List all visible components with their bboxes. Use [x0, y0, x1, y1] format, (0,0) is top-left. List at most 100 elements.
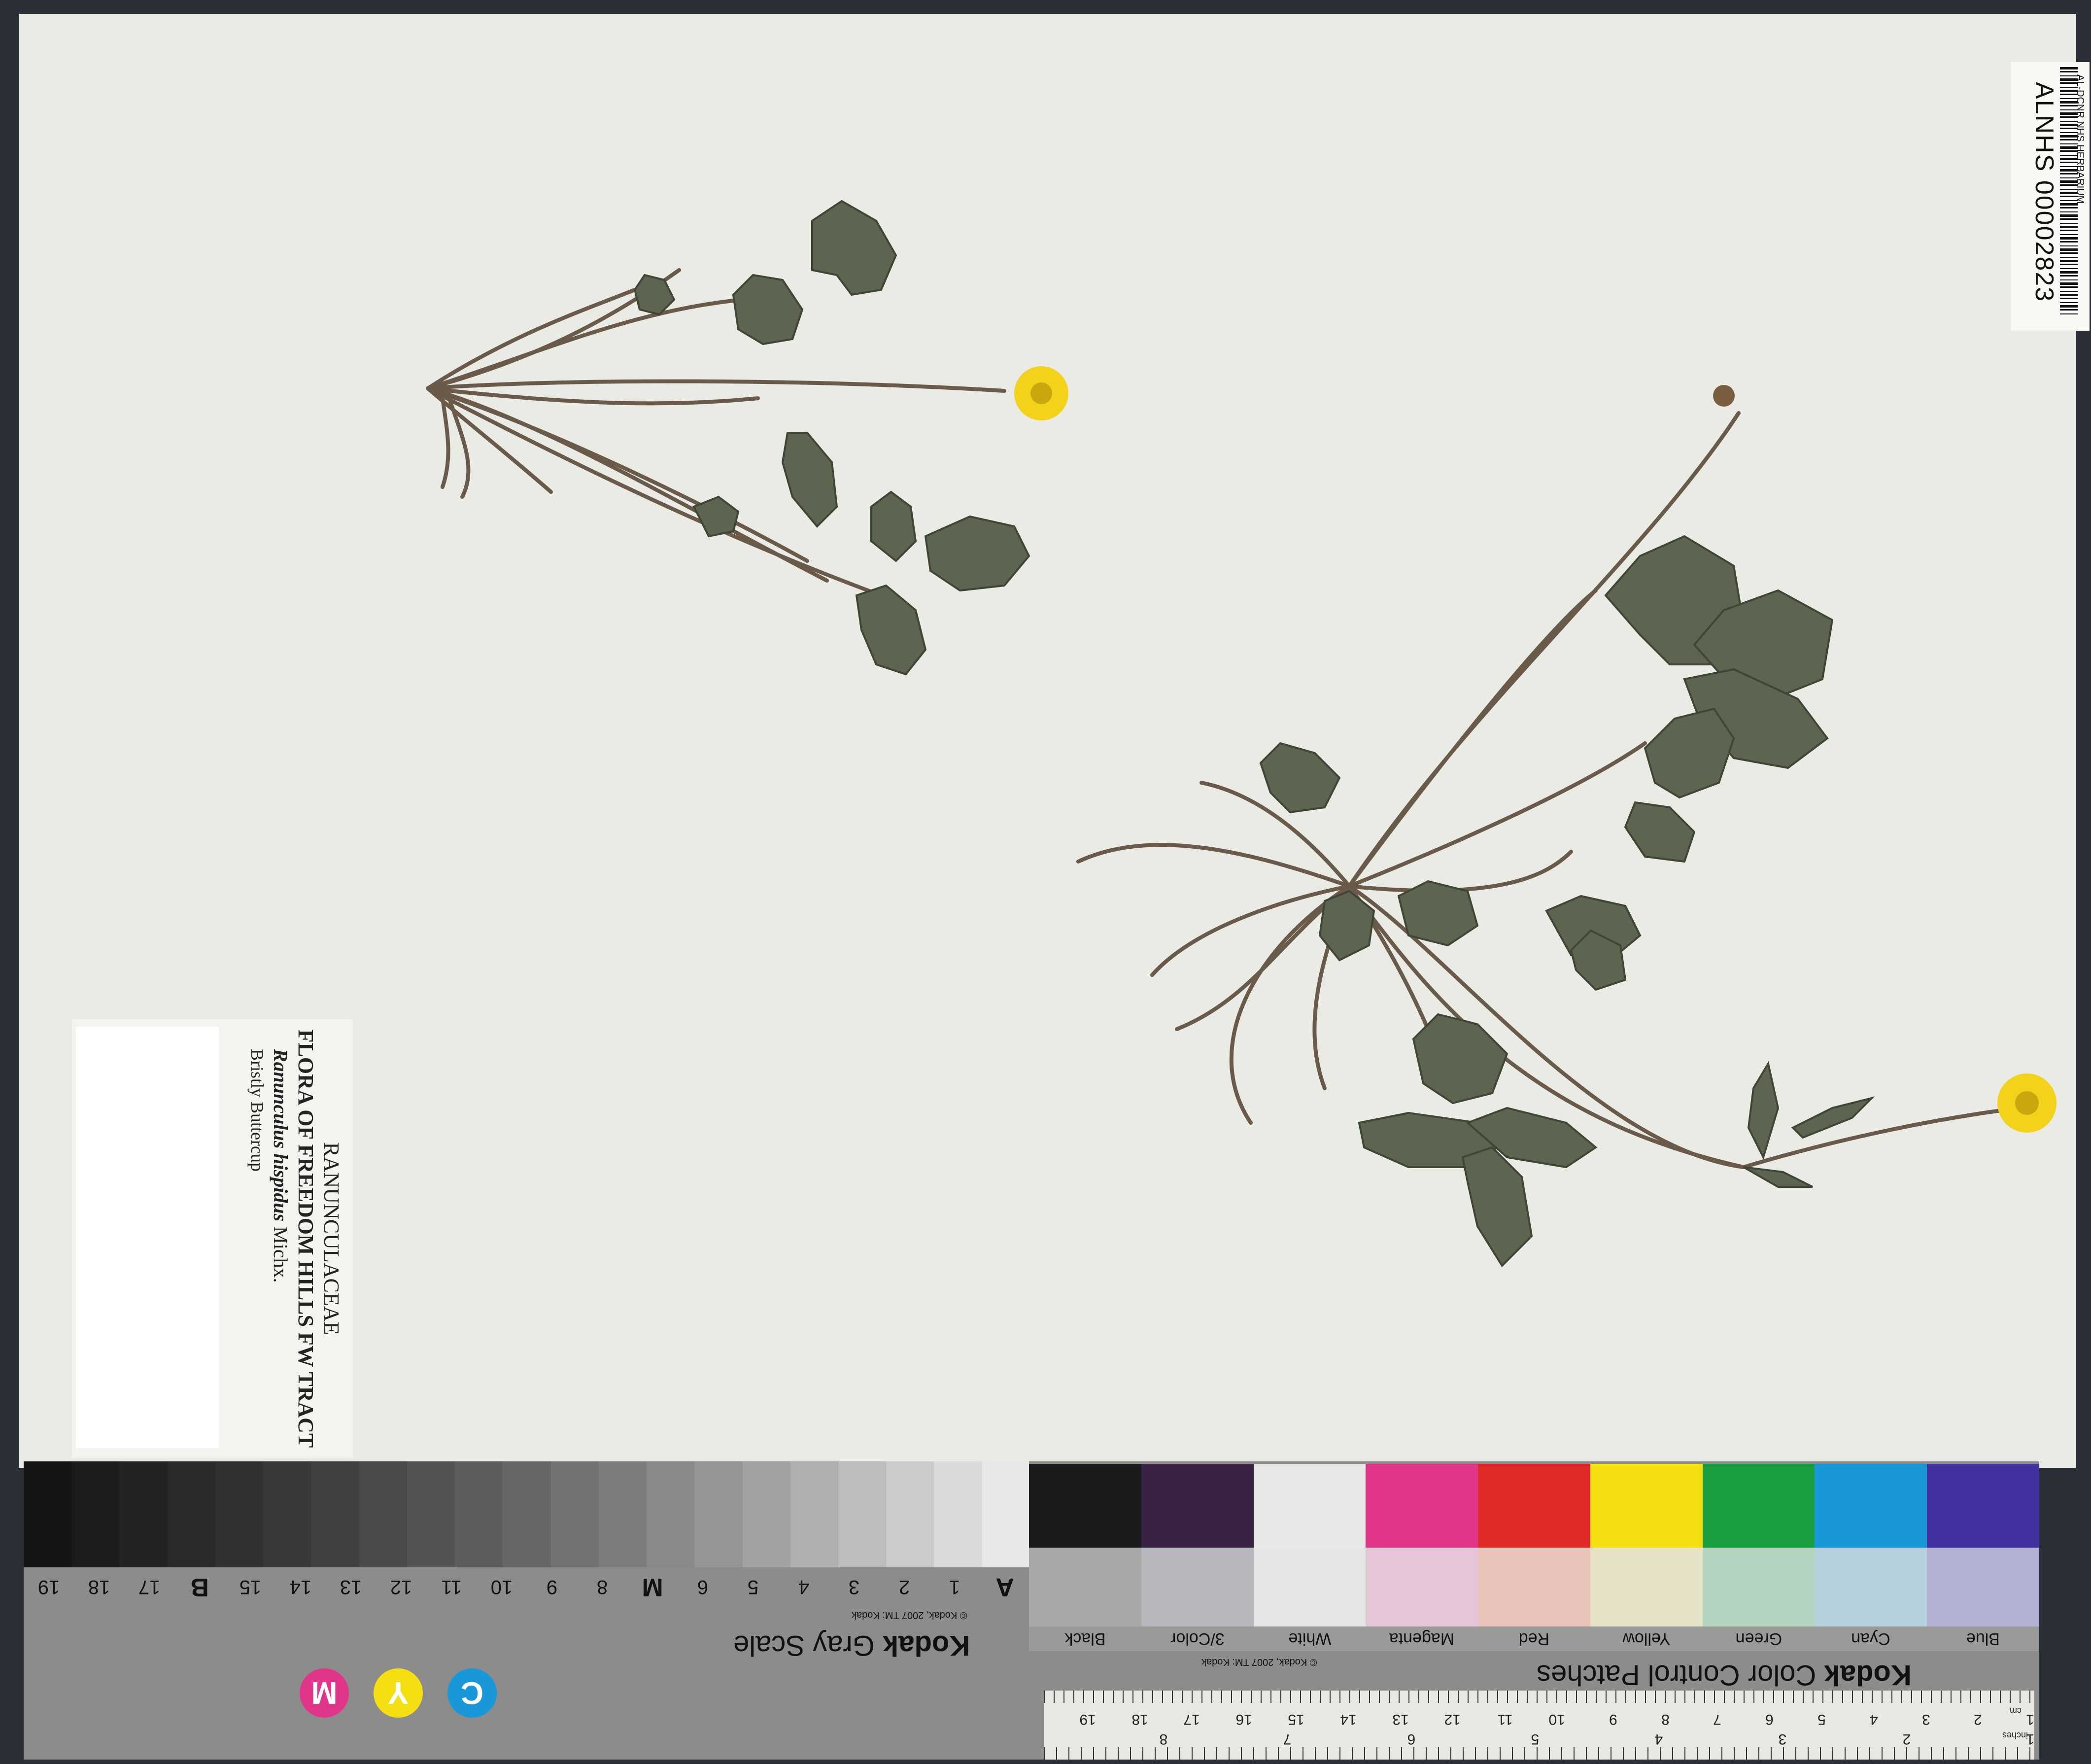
gray-patch [407, 1461, 455, 1567]
gray-patch-label: 6 [697, 1576, 709, 1598]
color-patch-light [1141, 1548, 1254, 1626]
specimen-label: RANUNCULACEAE FLORA OF FREEDOM HILLS FW … [72, 1019, 353, 1458]
color-name: 3/Color [1170, 1629, 1225, 1648]
ruler-inch-label: 5 [1531, 1731, 1539, 1747]
gray-patch-label: 15 [239, 1576, 261, 1598]
color-patch [1927, 1464, 2040, 1548]
gray-patch [790, 1461, 838, 1567]
gray-scale-title: Kodak Gray Scale [733, 1629, 970, 1662]
ruler-cm-label: 7 [1713, 1711, 1722, 1728]
gray-patch-label: 4 [798, 1576, 809, 1598]
color-patch [1029, 1464, 1141, 1548]
color-patches-mid [1029, 1548, 2040, 1626]
catalog-number: ALNHS 00002823 [2030, 82, 2058, 303]
ruler-inch-label: 6 [1407, 1731, 1415, 1747]
gray-patch-label: 9 [546, 1576, 558, 1598]
gray-patch-label: 14 [289, 1576, 311, 1598]
ruler-inch-numbers: 12345678 [1044, 1728, 2034, 1747]
gray-patch-label: 19 [37, 1576, 60, 1598]
color-title-text: Color Control Patches [1537, 1659, 1817, 1691]
herbarium-sheet: ALNHS 00002823 AL-DCNR NHS HERBARIUM RAN… [19, 14, 2090, 1468]
ruler-cm-label: 10 [1548, 1711, 1565, 1728]
gray-patch [886, 1461, 934, 1567]
gray-patch-label: 12 [390, 1576, 412, 1598]
color-patch-light [1927, 1548, 2040, 1626]
gray-patch-label: 10 [490, 1576, 513, 1598]
gray-patch-label: 18 [88, 1576, 110, 1598]
barcode-label: ALNHS 00002823 AL-DCNR NHS HERBARIUM [2011, 62, 2090, 331]
color-name: Magenta [1389, 1629, 1455, 1648]
gray-patch-label: 1 [949, 1576, 960, 1598]
color-patch [1590, 1464, 1703, 1548]
color-patch-light [1815, 1548, 1927, 1626]
ruler-cm-label: 6 [1765, 1711, 1774, 1728]
gray-patch [119, 1461, 168, 1567]
color-name: Green [1735, 1629, 1782, 1648]
gray-patch [838, 1461, 887, 1567]
color-patch [1366, 1464, 1478, 1548]
gray-patch [455, 1461, 503, 1567]
color-patch-light [1702, 1548, 1815, 1626]
gray-patch [215, 1461, 264, 1567]
gray-patch-label: 5 [748, 1576, 759, 1598]
gray-patch [71, 1461, 120, 1567]
authority: Michx. [270, 1226, 292, 1283]
gray-patch-label: M [642, 1573, 663, 1601]
color-patch [1702, 1464, 1815, 1548]
gray-patch [982, 1461, 1030, 1567]
gray-patch [263, 1461, 311, 1567]
upper-flower [1014, 366, 1068, 420]
lower-plant [1076, 411, 2022, 1169]
family-name: RANUNCULACEAE [319, 1142, 343, 1335]
gray-patch-label: 17 [138, 1576, 161, 1598]
color-patch [1253, 1464, 1366, 1548]
gray-patch [694, 1461, 743, 1567]
color-names: Blue Cyan Green Yellow Red Magenta White 3/Colo… [1029, 1626, 2039, 1651]
ruler-unit-cm: cm [2010, 1706, 2022, 1716]
ruler-inch-label: 7 [1283, 1731, 1292, 1747]
gray-patch [934, 1461, 982, 1567]
gray-title-text: Gray Scale [733, 1629, 875, 1661]
color-name: Red [1518, 1629, 1550, 1648]
label-text-block: RANUNCULACEAE FLORA OF FREEDOM HILLS FW … [220, 1019, 353, 1458]
ruler-cm-numbers: 1 2 3 4 5 6 7 8 9 10 11 12 13 14 15 16 17 18 19 [1044, 1703, 2034, 1728]
ruler-cm-label: 4 [1869, 1711, 1878, 1728]
common-name: Bristly Buttercup [247, 1049, 267, 1172]
color-patch-light [1478, 1548, 1590, 1626]
kodak-brand-color: Kodak [1824, 1659, 1912, 1691]
ruler-cm-ticks [1044, 1691, 2034, 1703]
ruler-inch-label: 8 [1159, 1731, 1168, 1747]
magenta-mark: M [300, 1668, 349, 1718]
upper-plant [426, 268, 1006, 597]
gray-patch-label: B [190, 1573, 209, 1601]
color-name: Blue [1966, 1629, 2000, 1648]
ruler-cm-label: 11 [1497, 1711, 1513, 1728]
ruler-inch-label: 3 [1778, 1731, 1787, 1747]
ruler-cm-label: 5 [1817, 1711, 1826, 1728]
ruler-cm-label: 3 [1921, 1711, 1930, 1728]
ruler-cm-label: 16 [1235, 1711, 1253, 1728]
yellow-mark: Y [374, 1668, 423, 1718]
gray-patch-label: 8 [597, 1576, 608, 1598]
gray-patches [24, 1461, 1030, 1567]
gray-patch [359, 1461, 407, 1567]
gray-scale-card: A 1 2 3 4 5 6 M 8 9 10 11 12 13 14 15 B 17 18 19 © Kodak, 2… [24, 1461, 1030, 1760]
gray-patch [503, 1461, 551, 1567]
color-patches-top [1029, 1464, 2040, 1548]
color-patch-light [1366, 1548, 1478, 1626]
color-copyright: © Kodak, 2007 TM: Kodak [1201, 1657, 1317, 1667]
color-card-title: Kodak Color Control Patches [1537, 1659, 1912, 1692]
color-name: Black [1064, 1629, 1106, 1648]
gray-patch [311, 1461, 359, 1567]
color-control-card: Blue Cyan Green Yellow Red Magenta White 3/Colo… [1029, 1461, 2040, 1760]
color-patch [1478, 1464, 1590, 1548]
gray-scale-numbers: A 1 2 3 4 5 6 M 8 9 10 11 12 13 14 15 B 17 18 19 [24, 1570, 1030, 1604]
gray-patch [598, 1461, 647, 1567]
ruler-inch-ticks [1044, 1747, 2034, 1760]
herbarium-name: AL-DCNR NHS HERBARIUM [2075, 74, 2086, 204]
ruler: 1 2 3 4 5 6 7 8 9 10 11 12 13 14 15 16 17 18 19 12345678 c… [1044, 1691, 2034, 1760]
color-patch-light [1253, 1548, 1366, 1626]
ruler-cm-label: 14 [1340, 1711, 1357, 1728]
scientific-name: Ranunculus hispidus [270, 1049, 292, 1222]
gray-patch [550, 1461, 599, 1567]
